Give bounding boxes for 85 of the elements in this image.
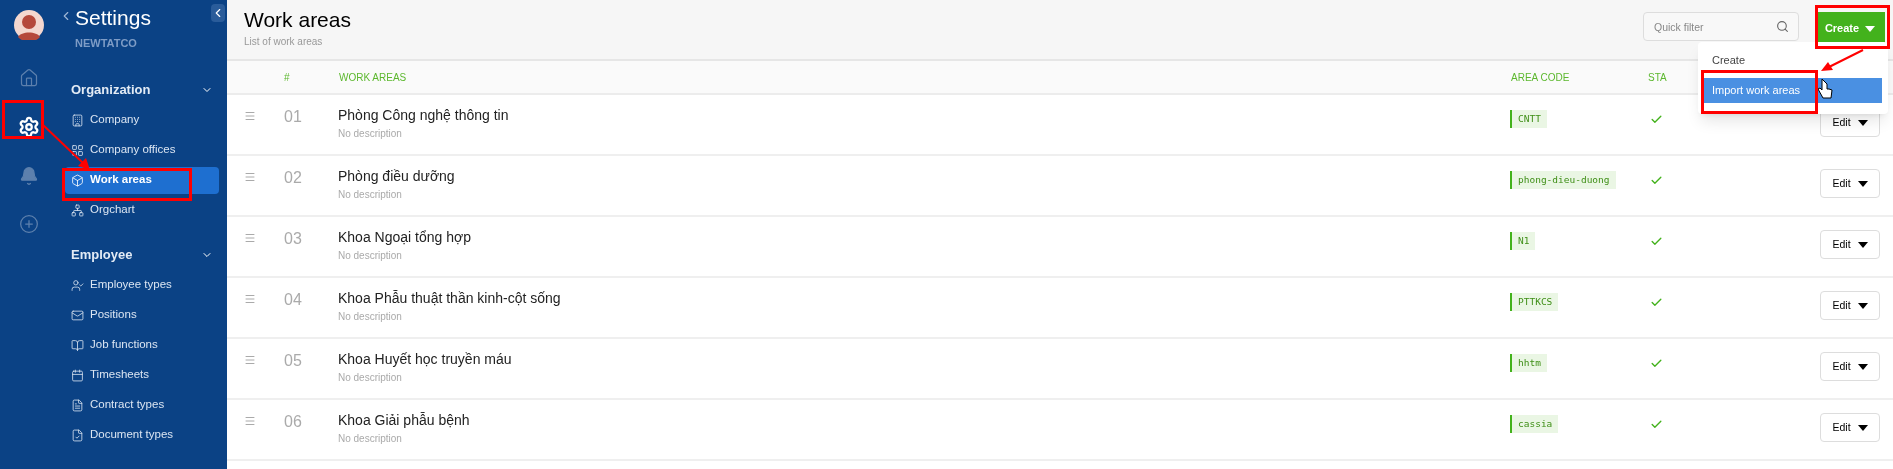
caret-icon	[1857, 241, 1868, 248]
nav-item[interactable]: Timesheets	[65, 361, 219, 389]
avatar[interactable]	[13, 10, 44, 40]
column-header: #	[284, 70, 291, 85]
panel-title: Settings	[75, 5, 151, 31]
nav-item[interactable]: Company	[65, 106, 219, 134]
area-code: hhtm	[1510, 353, 1547, 372]
annotation-box	[2, 100, 44, 139]
edit-button[interactable]: Edit	[1820, 352, 1880, 381]
column-header: AREA CODE	[1511, 70, 1571, 85]
area-code: N1	[1510, 231, 1536, 250]
section-title: Employee	[71, 245, 133, 264]
settings-icon[interactable]	[17, 116, 40, 138]
work-area-name: Phòng Công nghệ thông tin	[338, 105, 510, 125]
menu-item[interactable]: Create	[1704, 48, 1882, 73]
work-area-description: No description	[338, 248, 403, 263]
grid-icon	[71, 143, 84, 157]
edit-button[interactable]: Edit	[1820, 169, 1880, 198]
annotation-arrow	[1819, 48, 1865, 74]
calendar-icon	[71, 368, 84, 382]
caret-icon	[1865, 25, 1876, 32]
work-area-name: Khoa Phẫu thuật thần kinh-cột sống	[338, 288, 562, 308]
row-number: 06	[284, 411, 303, 432]
column-header: STA	[1648, 70, 1667, 85]
row-number: 01	[284, 106, 303, 127]
edit-button[interactable]: Edit	[1820, 413, 1880, 442]
edit-button[interactable]: Edit	[1820, 230, 1880, 259]
work-area-description: No description	[338, 309, 403, 324]
drag-handle-icon[interactable]	[244, 414, 256, 427]
column-header: WORK AREAS	[339, 70, 408, 85]
page-subtitle: List of work areas	[244, 35, 324, 49]
area-code: PTTKCS	[1510, 292, 1559, 311]
home-icon[interactable]	[18, 68, 39, 88]
area-code: cassia	[1510, 414, 1559, 433]
nav-item[interactable]: Job functions	[65, 331, 219, 359]
caret-icon	[1857, 424, 1868, 431]
drag-handle-icon[interactable]	[244, 109, 256, 122]
section-header[interactable]: Organization	[71, 79, 213, 100]
caret-icon	[1857, 119, 1868, 126]
work-area-description: No description	[338, 431, 403, 446]
row-number: 04	[284, 289, 303, 310]
nav-item[interactable]: Employee types	[65, 271, 219, 299]
search-icon	[1776, 20, 1789, 33]
work-area-name: Khoa Ngoại tổng hợp	[338, 227, 472, 247]
nav-item[interactable]: Positions	[65, 301, 219, 329]
quick-filter-field[interactable]: Quick filter	[1643, 12, 1799, 41]
work-area-name: Khoa Huyết học truyền máu	[338, 349, 513, 369]
area-code: phong-dieu-duong	[1510, 170, 1616, 189]
org-chart-icon	[71, 203, 84, 217]
caret-icon	[1857, 302, 1868, 309]
collapse-icon[interactable]	[211, 4, 225, 22]
work-area-name: Phòng điều dưỡng	[338, 166, 456, 186]
row-number: 03	[284, 228, 303, 249]
caret-icon	[1857, 363, 1868, 370]
work-area-description: No description	[338, 370, 403, 385]
drag-handle-icon[interactable]	[244, 353, 256, 366]
company-name: NEWTATCO	[75, 36, 138, 51]
section-title: Organization	[71, 80, 151, 99]
row-number: 05	[284, 350, 303, 371]
nav-item[interactable]: Company offices	[65, 136, 219, 164]
nav-item[interactable]: Contract types	[65, 391, 219, 419]
add-icon[interactable]	[18, 214, 39, 234]
bell-icon[interactable]	[18, 166, 39, 186]
drag-handle-icon[interactable]	[244, 231, 256, 244]
pointer-cursor-icon	[1817, 78, 1833, 100]
file-check-icon	[71, 428, 84, 442]
caret-icon	[1857, 180, 1868, 187]
envelope-icon	[71, 308, 84, 322]
book-icon	[71, 338, 84, 352]
edit-button[interactable]: Edit	[1820, 291, 1880, 320]
page-title: Work areas	[244, 7, 351, 33]
work-area-name: Khoa Giải phẫu bệnh	[338, 410, 471, 430]
work-area-description: No description	[338, 187, 403, 202]
cube-icon	[71, 173, 84, 187]
drag-handle-icon[interactable]	[244, 292, 256, 305]
building-icon	[71, 113, 84, 127]
document-icon	[71, 398, 84, 412]
nav-item[interactable]: Orgchart	[65, 196, 219, 224]
row-number: 02	[284, 167, 303, 188]
work-area-description: No description	[338, 126, 403, 141]
user-check-icon	[71, 278, 84, 292]
drag-handle-icon[interactable]	[244, 170, 256, 183]
section-header[interactable]: Employee	[71, 244, 213, 265]
nav-item[interactable]: Document types	[65, 421, 219, 449]
area-code: CNTT	[1510, 109, 1547, 128]
